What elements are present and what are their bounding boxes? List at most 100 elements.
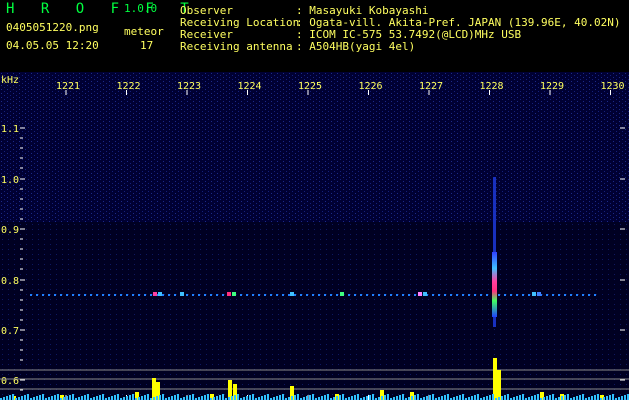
noise-floor bbox=[564, 395, 566, 400]
noise-floor bbox=[384, 395, 386, 400]
echo-dot bbox=[432, 294, 434, 296]
noise-floor bbox=[456, 396, 458, 400]
noise-floor bbox=[474, 395, 476, 400]
echo-dot bbox=[252, 294, 254, 296]
noise-floor bbox=[414, 395, 416, 400]
echo-dot bbox=[300, 294, 302, 296]
noise-floor bbox=[621, 396, 623, 400]
echo-dot bbox=[462, 294, 464, 296]
echo-dot bbox=[30, 294, 32, 296]
echo-dot bbox=[306, 294, 308, 296]
noise-floor bbox=[252, 394, 254, 400]
echo-dot bbox=[402, 294, 404, 296]
echo-dot bbox=[456, 294, 458, 296]
echo-dot bbox=[582, 294, 584, 296]
noise-floor bbox=[531, 396, 533, 400]
noise-floor bbox=[387, 394, 389, 400]
noise-floor bbox=[114, 395, 116, 400]
noise-floor bbox=[549, 395, 551, 400]
x-tick-label: 1228 bbox=[480, 81, 504, 92]
noise-floor bbox=[582, 394, 584, 400]
noise-floor bbox=[54, 395, 56, 400]
noise-floor bbox=[426, 396, 428, 400]
app-title: H R O F F T bbox=[6, 1, 198, 17]
noise-floor bbox=[294, 395, 296, 400]
echo-dot bbox=[186, 294, 188, 296]
spectrogram-panel: kHz 1221 1222 1223 1224 1225 1226 1227 1228 1229 1… bbox=[0, 72, 629, 400]
noise-floor bbox=[279, 395, 281, 400]
noise-floor bbox=[579, 395, 581, 400]
noise-floor bbox=[51, 396, 53, 400]
antenna-value: : A504HB(yagi 4el) bbox=[296, 40, 416, 53]
noise-floor bbox=[336, 396, 338, 400]
spectrogram: kHz 1221 1222 1223 1224 1225 1226 1227 1228 1229 1… bbox=[0, 72, 629, 400]
echo-dot bbox=[498, 294, 500, 296]
meteor-echo bbox=[227, 292, 231, 296]
monitor-bar bbox=[152, 378, 156, 400]
echo-dot bbox=[372, 294, 374, 296]
file-name: 0405051220.png bbox=[6, 21, 99, 34]
noise-floor bbox=[237, 394, 239, 400]
echo-dot bbox=[258, 294, 260, 296]
echo-dot bbox=[246, 294, 248, 296]
noise-floor bbox=[42, 394, 44, 400]
noise-floor bbox=[561, 396, 563, 400]
noise-floor bbox=[342, 394, 344, 400]
x-tick-label: 1225 bbox=[298, 81, 322, 92]
echo-dot bbox=[114, 294, 116, 296]
meteor-echo bbox=[340, 292, 344, 296]
echo-dot bbox=[516, 294, 518, 296]
noise-floor bbox=[69, 395, 71, 400]
detection-label: meteor bbox=[124, 25, 164, 38]
noise-floor bbox=[36, 396, 38, 400]
noise-floor bbox=[459, 395, 461, 400]
noise-floor bbox=[462, 394, 464, 400]
echo-dot bbox=[276, 294, 278, 296]
y-tick-label: 0.8 bbox=[1, 276, 19, 287]
noise-floor bbox=[12, 394, 14, 400]
echo-dot bbox=[204, 294, 206, 296]
noise-floor bbox=[432, 394, 434, 400]
meteor-echo bbox=[423, 292, 427, 296]
noise-floor bbox=[99, 395, 101, 400]
noise-floor bbox=[102, 394, 104, 400]
echo-dot bbox=[348, 294, 350, 296]
noise-floor bbox=[219, 395, 221, 400]
echo-dot bbox=[522, 294, 524, 296]
noise-floor bbox=[234, 395, 236, 400]
noise-floor bbox=[516, 396, 518, 400]
noise-floor bbox=[522, 394, 524, 400]
noise-floor bbox=[507, 394, 509, 400]
noise-floor bbox=[609, 395, 611, 400]
echo-dot bbox=[126, 294, 128, 296]
echo-dot bbox=[558, 294, 560, 296]
echo-dot bbox=[192, 294, 194, 296]
echo-dot bbox=[564, 294, 566, 296]
echo-dot bbox=[330, 294, 332, 296]
noise-floor bbox=[399, 395, 401, 400]
echo-dot bbox=[378, 294, 380, 296]
noise-floor bbox=[504, 395, 506, 400]
echo-dot bbox=[552, 294, 554, 296]
echo-dot bbox=[210, 294, 212, 296]
y-tick-label: 0.9 bbox=[1, 225, 19, 236]
noise-floor bbox=[546, 396, 548, 400]
echo-dot bbox=[360, 294, 362, 296]
echo-dot bbox=[480, 294, 482, 296]
noise-floor bbox=[327, 394, 329, 400]
echo-dot bbox=[510, 294, 512, 296]
noise-floor bbox=[411, 396, 413, 400]
echo-dot bbox=[168, 294, 170, 296]
echo-dot bbox=[102, 294, 104, 296]
echo-dot bbox=[138, 294, 140, 296]
echo-dot bbox=[588, 294, 590, 296]
noise-floor bbox=[444, 395, 446, 400]
noise-floor bbox=[189, 395, 191, 400]
noise-floor bbox=[351, 396, 353, 400]
noise-floor bbox=[186, 396, 188, 400]
antenna-label: Receiving antenna bbox=[180, 40, 293, 53]
noise-floor bbox=[84, 395, 86, 400]
echo-dot bbox=[294, 294, 296, 296]
echo-dot bbox=[546, 294, 548, 296]
noise-floor bbox=[6, 396, 8, 400]
